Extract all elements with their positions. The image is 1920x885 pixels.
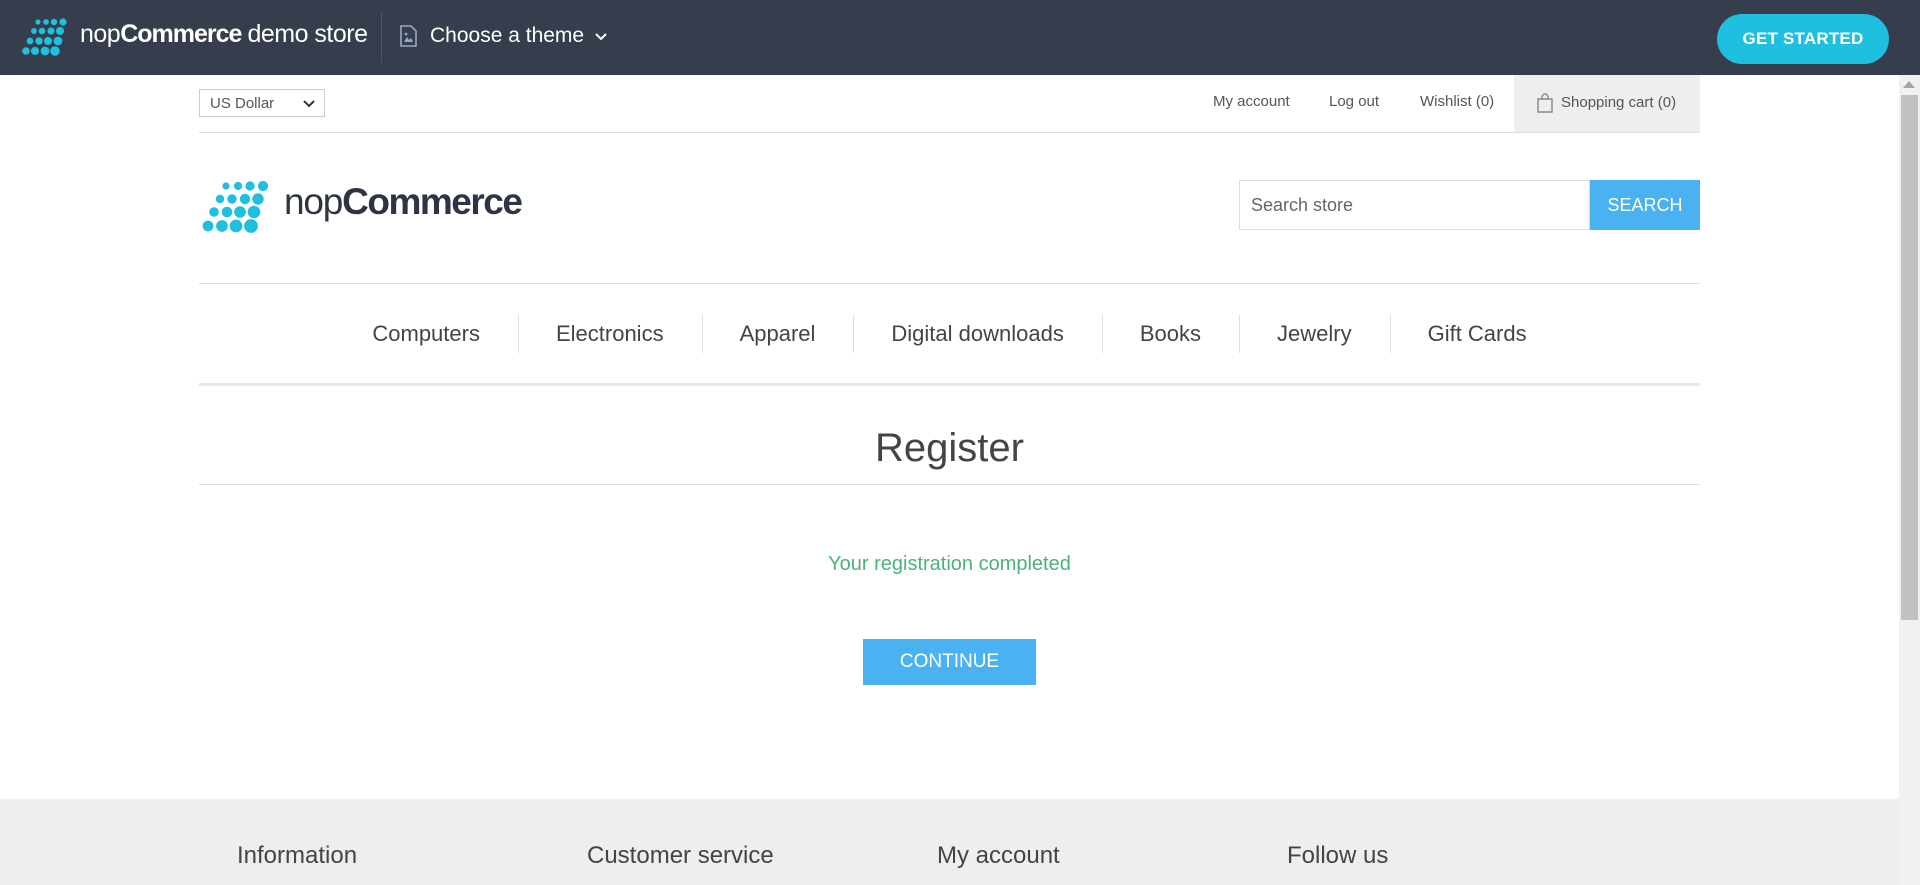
store-logo-text[interactable]: nopCommerce — [284, 181, 523, 223]
demo-bar-divider — [381, 13, 382, 63]
registration-result-message: Your registration completed — [828, 553, 1071, 575]
chevron-down-icon — [303, 100, 315, 108]
menu-bottom-divider — [199, 383, 1700, 386]
footer-heading-follow-us: Follow us — [1287, 842, 1389, 869]
menu-item-jewelry[interactable]: Jewelry — [1239, 314, 1390, 353]
header-divider — [199, 132, 1700, 133]
continue-button[interactable]: CONTINUE — [863, 639, 1036, 685]
footer-heading-information: Information — [237, 842, 358, 869]
demo-brand-title[interactable]: nopCommerce demo store — [80, 20, 368, 49]
menu-item-books[interactable]: Books — [1101, 314, 1239, 353]
search-button[interactable]: SEARCH — [1590, 180, 1700, 230]
page-scrollbar[interactable] — [1899, 75, 1920, 885]
get-started-button[interactable]: GET STARTED — [1717, 14, 1889, 64]
logo-part-nop: nop — [284, 181, 343, 222]
demo-top-bar: nopCommerce demo store Choose a theme GET… — [0, 0, 1920, 75]
menu-item-gift-cards[interactable]: Gift Cards — [1389, 314, 1565, 353]
currency-select[interactable]: US Dollar — [199, 89, 325, 117]
top-menu: Computers Electronics Apparel Digital do… — [199, 284, 1700, 383]
search-input[interactable] — [1239, 180, 1590, 230]
shopping-cart-link[interactable]: Shopping cart (0) — [1514, 75, 1700, 132]
brand-part-commerce: Commerce — [120, 20, 242, 48]
scrollbar-thumb[interactable] — [1901, 95, 1918, 620]
brand-part-nop: nop — [80, 20, 121, 48]
menu-item-electronics[interactable]: Electronics — [517, 314, 702, 353]
my-account-link[interactable]: My account — [1213, 93, 1290, 110]
menu-item-digital-downloads[interactable]: Digital downloads — [853, 314, 1101, 353]
image-file-icon — [400, 25, 417, 47]
choose-theme-label: Choose a theme — [430, 24, 585, 47]
wishlist-link[interactable]: Wishlist (0) — [1420, 93, 1494, 110]
scroll-up-arrow-icon[interactable] — [1903, 81, 1915, 88]
footer-heading-my-account: My account — [937, 842, 1060, 869]
log-out-link[interactable]: Log out — [1329, 93, 1379, 110]
logo-part-commerce: Commerce — [342, 181, 523, 222]
shopping-cart-label: Shopping cart (0) — [1561, 94, 1677, 111]
store-logo-icon[interactable] — [201, 180, 275, 234]
shopping-bag-icon — [1537, 93, 1553, 113]
brand-part-demo-store: demo store — [247, 20, 368, 48]
title-divider — [199, 484, 1700, 485]
choose-theme-dropdown[interactable]: Choose a theme — [398, 24, 608, 48]
chevron-down-icon — [595, 33, 607, 41]
nopcommerce-logo-icon[interactable] — [20, 18, 72, 58]
menu-item-computers[interactable]: Computers — [334, 315, 518, 353]
footer: Information Customer service My account … — [0, 799, 1899, 885]
currency-selected-value: US Dollar — [210, 94, 275, 112]
page-title: Register — [875, 426, 1024, 470]
footer-heading-customer-service: Customer service — [587, 842, 774, 869]
menu-item-apparel[interactable]: Apparel — [701, 314, 854, 353]
